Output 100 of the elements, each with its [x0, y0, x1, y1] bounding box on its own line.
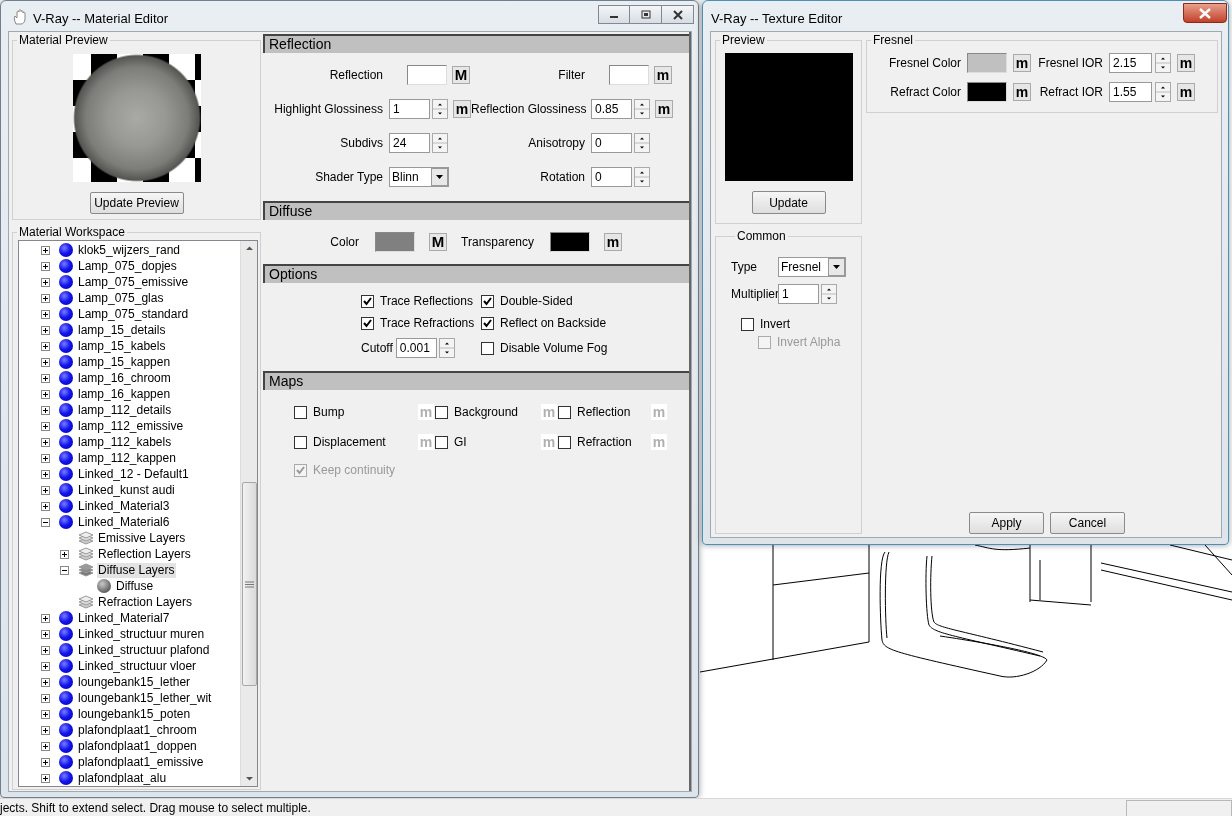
spinner-icon[interactable]	[432, 99, 448, 119]
color-swatch[interactable]	[550, 232, 590, 252]
checkbox[interactable]	[361, 316, 374, 330]
plus-icon[interactable]	[41, 677, 50, 687]
tree-item[interactable]: Lamp_075_glas	[77, 290, 166, 306]
tree-item[interactable]: klok5_wijzers_rand	[77, 242, 183, 258]
maximize-button[interactable]	[630, 5, 662, 24]
tree-item[interactable]: Lamp_075_dopjes	[77, 258, 179, 274]
number-field[interactable]: 2.15	[1109, 53, 1152, 73]
tree-item[interactable]: loungebank15_lether_wit	[77, 690, 214, 706]
update-button[interactable]: Update	[751, 191, 826, 214]
color-swatch[interactable]	[967, 82, 1007, 102]
plus-icon[interactable]	[41, 709, 50, 719]
tree-item[interactable]: plafondplaat1_emissive	[77, 754, 206, 770]
tree-item[interactable]: Refraction Layers	[97, 594, 195, 610]
tree-item[interactable]: lamp_112_kabels	[77, 434, 174, 450]
spinner-icon[interactable]	[634, 133, 650, 153]
checkbox[interactable]	[435, 405, 448, 419]
tree-item[interactable]: plafondplaat1_chroom	[77, 722, 199, 738]
map-button[interactable]: M	[429, 233, 447, 251]
plus-icon[interactable]	[60, 549, 69, 559]
map-button[interactable]: m	[654, 66, 672, 84]
plus-icon[interactable]	[41, 485, 50, 495]
tree-item[interactable]: lamp_112_kappen	[77, 450, 178, 466]
tree-item[interactable]: Linked_Material3	[77, 498, 172, 514]
dialog-button[interactable]: Apply	[969, 512, 1044, 534]
tree-item[interactable]: Linked_structuur vloer	[77, 658, 199, 674]
spinner-icon[interactable]	[1155, 82, 1171, 102]
plus-icon[interactable]	[41, 645, 50, 655]
tree-item[interactable]: lamp_16_chroom	[77, 370, 173, 386]
spinner-icon[interactable]	[634, 167, 650, 187]
checkbox[interactable]	[481, 341, 494, 355]
update-preview-button[interactable]: Update Preview	[89, 192, 184, 214]
tree-item[interactable]: plafondplaat_alu	[77, 770, 169, 786]
plus-icon[interactable]	[41, 693, 50, 703]
map-button[interactable]: m	[453, 100, 471, 118]
plus-icon[interactable]	[41, 293, 50, 303]
dropdown[interactable]: Blinn	[389, 167, 449, 187]
plus-icon[interactable]	[41, 373, 50, 383]
minimize-button[interactable]	[598, 5, 630, 24]
plus-icon[interactable]	[41, 245, 50, 255]
tree-item[interactable]: lamp_15_kabels	[77, 338, 168, 354]
plus-icon[interactable]	[41, 741, 50, 751]
checkbox[interactable]	[481, 316, 494, 330]
tree-item[interactable]: Linked_structuur plafond	[77, 642, 212, 658]
map-button[interactable]: m	[1013, 54, 1031, 72]
checkbox[interactable]	[481, 294, 494, 308]
tree-item[interactable]: Linked_12 - Default1	[77, 466, 191, 482]
plus-icon[interactable]	[41, 357, 50, 367]
tree-item[interactable]: lamp_15_kappen	[77, 354, 173, 370]
scrollbar[interactable]	[240, 241, 257, 786]
plus-icon[interactable]	[41, 421, 50, 431]
map-button[interactable]: m	[1177, 54, 1195, 72]
tree-item[interactable]: Linked_Material7	[77, 610, 172, 626]
color-swatch[interactable]	[967, 53, 1007, 73]
spinner-icon[interactable]	[1155, 53, 1171, 73]
minus-icon[interactable]	[41, 517, 50, 527]
plus-icon[interactable]	[41, 261, 50, 271]
spinner-icon[interactable]	[438, 338, 455, 358]
tree-item[interactable]: plafondplaat1_doppen	[77, 738, 199, 754]
dialog-button[interactable]: Cancel	[1050, 512, 1125, 534]
number-field[interactable]: 0.001	[395, 338, 437, 358]
section-header[interactable]: Maps	[263, 371, 689, 390]
checkbox[interactable]	[294, 405, 307, 419]
number-field[interactable]: 0	[591, 167, 632, 187]
checkbox[interactable]	[558, 435, 571, 449]
tree-item[interactable]: Linked_structuur muren	[77, 626, 207, 642]
number-field[interactable]: 0	[591, 133, 632, 153]
plus-icon[interactable]	[41, 389, 50, 399]
tree-item[interactable]: Reflection Layers	[97, 546, 193, 562]
spinner-icon[interactable]	[432, 133, 448, 153]
plus-icon[interactable]	[41, 629, 50, 639]
number-field[interactable]: 0.85	[591, 99, 632, 119]
dropdown[interactable]: Fresnel	[778, 257, 846, 277]
tree-item[interactable]: lamp_16_kappen	[77, 386, 173, 402]
map-button[interactable]: m	[1177, 83, 1195, 101]
map-button[interactable]: m	[655, 100, 673, 118]
minus-icon[interactable]	[60, 565, 69, 575]
plus-icon[interactable]	[41, 757, 50, 767]
plus-icon[interactable]	[41, 613, 50, 623]
plus-icon[interactable]	[41, 309, 50, 319]
checkbox[interactable]	[361, 294, 374, 308]
plus-icon[interactable]	[41, 437, 50, 447]
plus-icon[interactable]	[41, 773, 50, 783]
number-field[interactable]: 24	[389, 133, 430, 153]
plus-icon[interactable]	[41, 405, 50, 415]
tree-item[interactable]: Diffuse Layers	[97, 562, 177, 578]
tree-item[interactable]: lamp_112_emissive	[77, 418, 186, 434]
map-button[interactable]: m	[1013, 83, 1031, 101]
section-header[interactable]: Options	[263, 264, 689, 283]
section-header[interactable]: Reflection	[263, 34, 689, 53]
color-swatch[interactable]	[407, 65, 447, 85]
tree-item[interactable]: Lamp_075_emissive	[77, 274, 191, 290]
tree-item[interactable]: Linked_Material6	[77, 514, 172, 530]
tree-item[interactable]: Emissive Layers	[97, 530, 188, 546]
plus-icon[interactable]	[41, 469, 50, 479]
plus-icon[interactable]	[41, 501, 50, 511]
tree-item[interactable]: Linked_kunst audi	[77, 482, 177, 498]
close-button[interactable]	[662, 5, 694, 24]
checkbox[interactable]	[558, 405, 571, 419]
